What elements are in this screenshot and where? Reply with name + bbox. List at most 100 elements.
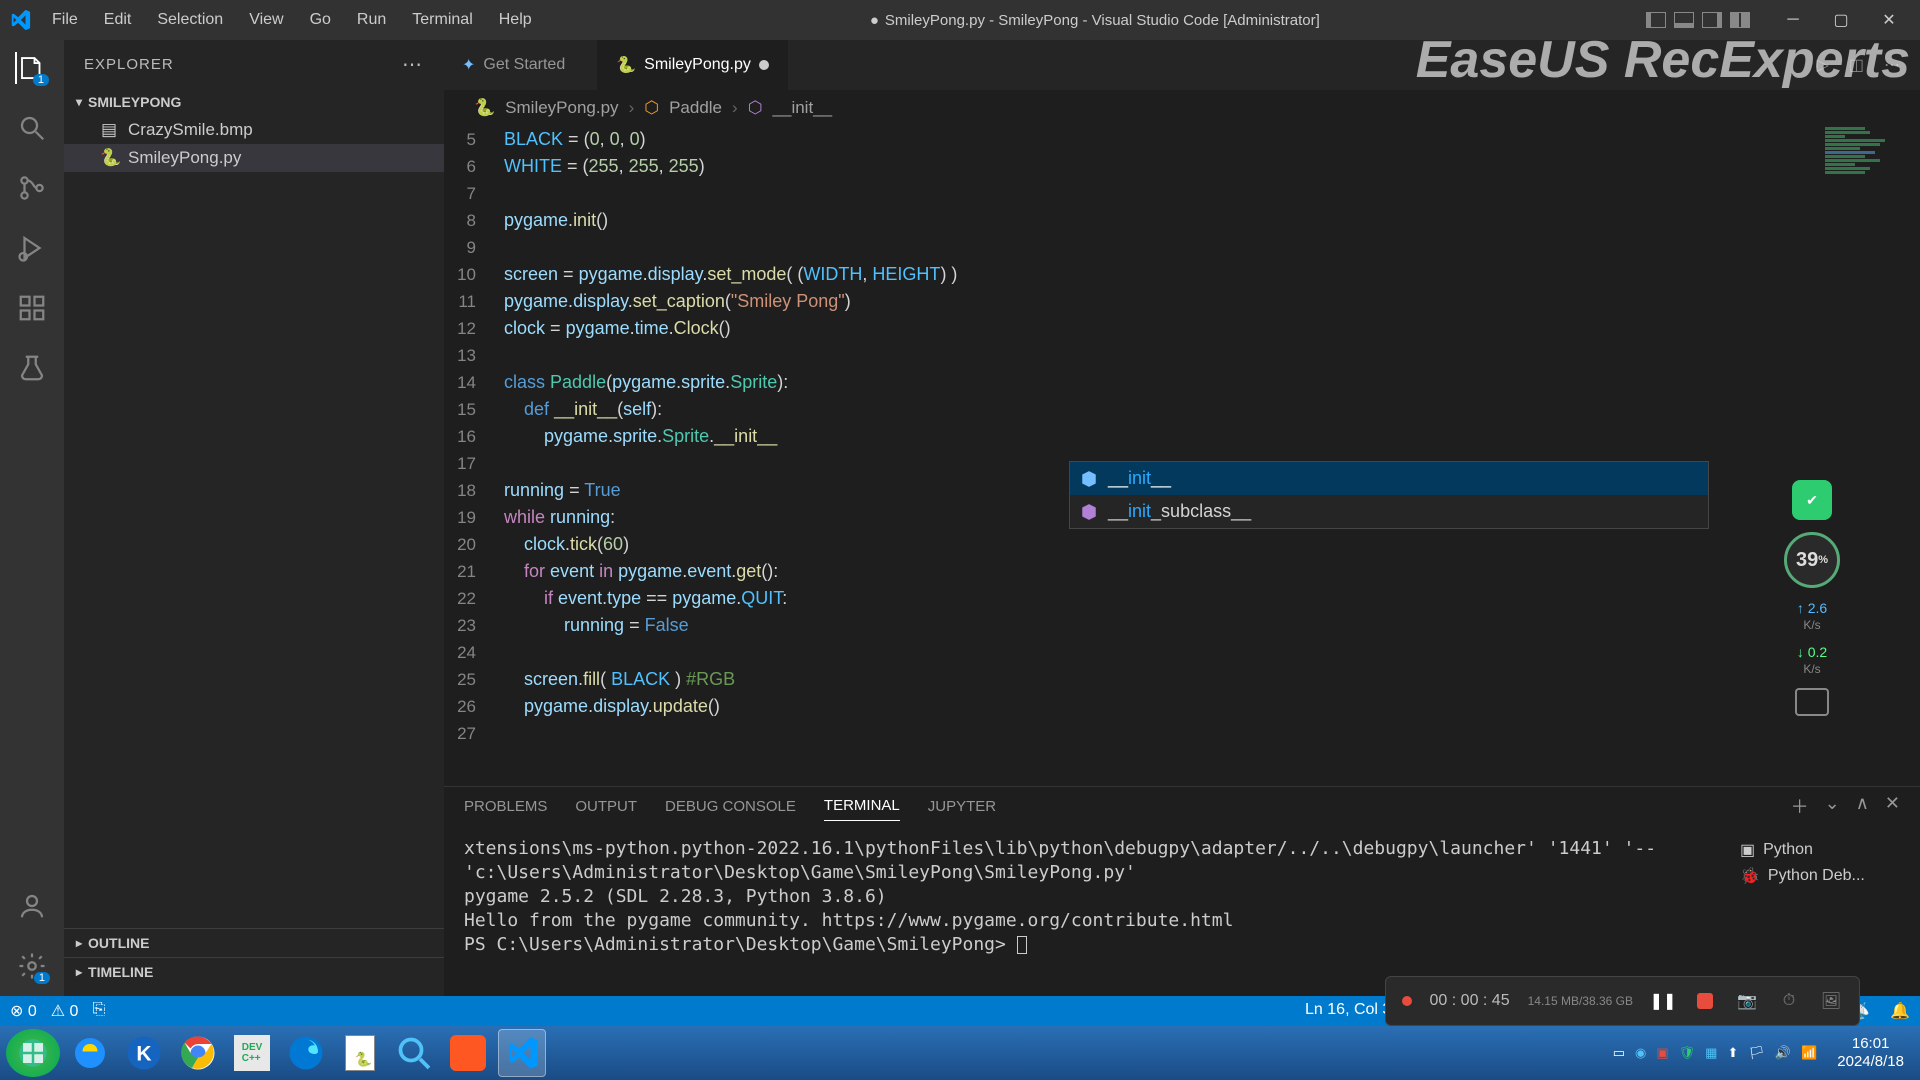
tray-volume-icon[interactable]: 🔊 xyxy=(1775,1045,1791,1061)
autocomplete-item[interactable]: __init__ xyxy=(1070,462,1708,495)
rec-time: 00 : 00 : 45 xyxy=(1430,992,1510,1010)
menu-view[interactable]: View xyxy=(237,5,295,35)
split-editor-icon[interactable]: ◫ xyxy=(1849,55,1864,75)
stop-button[interactable] xyxy=(1693,989,1717,1013)
statusbar-item[interactable]: 🔔 xyxy=(1890,1001,1910,1021)
taskbar-chrome-icon[interactable] xyxy=(174,1029,222,1077)
statusbar-item[interactable]: ⎘ xyxy=(92,1001,105,1021)
tab[interactable]: 🐍SmileyPong.py xyxy=(598,40,788,90)
terminal-type-icon: 🐞 xyxy=(1740,866,1760,886)
settings-badge: 1 xyxy=(34,972,50,984)
vscode-logo-icon xyxy=(0,9,40,31)
layout-icons[interactable] xyxy=(1646,12,1750,28)
activity-bar: 1 1 xyxy=(0,40,64,996)
editor-more-icon[interactable]: ⋯ xyxy=(1884,55,1900,75)
menu-edit[interactable]: Edit xyxy=(92,5,144,35)
panel-right-icon[interactable] xyxy=(1702,12,1722,28)
tray-icon[interactable]: ▣ xyxy=(1656,1045,1668,1061)
tab[interactable]: ✦Get Started xyxy=(444,40,598,90)
menu-go[interactable]: Go xyxy=(298,5,343,35)
taskbar-notepad-icon[interactable]: 🐍 xyxy=(336,1029,384,1077)
terminal-type-icon: ▣ xyxy=(1740,840,1755,860)
taskbar-devcpp-icon[interactable]: DEVC++ xyxy=(228,1029,276,1077)
rec-mem: 14.15 MB/38.36 GB xyxy=(1528,994,1633,1008)
panel-tab-problems[interactable]: PROBLEMS xyxy=(464,798,547,821)
minimap[interactable] xyxy=(1820,126,1920,426)
panel-tab-terminal[interactable]: TERMINAL xyxy=(824,797,900,821)
tray-network-icon[interactable]: 📶 xyxy=(1801,1045,1817,1061)
timer-button[interactable]: ⏱ xyxy=(1777,989,1801,1013)
tray-icon[interactable]: 🛡 xyxy=(1679,1045,1696,1061)
settings-icon[interactable]: 1 xyxy=(16,950,48,982)
panel-tab-output[interactable]: OUTPUT xyxy=(575,798,637,821)
recorder-overlay: ✔ 39% ↑ 2.6K/s ↓ 0.2K/s xyxy=(1784,480,1840,716)
explorer-icon[interactable]: 1 xyxy=(15,52,47,84)
tray-icon[interactable]: ▦ xyxy=(1705,1045,1717,1061)
outline-section[interactable]: OUTLINE xyxy=(64,928,444,957)
sidebar-more-icon[interactable]: ⋯ xyxy=(402,52,424,77)
start-button[interactable] xyxy=(6,1029,60,1077)
file-item[interactable]: 🐍SmileyPong.py xyxy=(64,144,444,172)
terminal-instance[interactable]: ▣Python xyxy=(1740,837,1910,863)
timeline-section[interactable]: TIMELINE xyxy=(64,957,444,986)
window-title: ● SmileyPong.py - SmileyPong - Visual St… xyxy=(544,12,1646,29)
tray-icon[interactable]: ▭ xyxy=(1613,1045,1625,1061)
panel-left-icon[interactable] xyxy=(1646,12,1666,28)
panel-maximize-icon[interactable]: ∧ xyxy=(1856,793,1869,825)
autocomplete-popup[interactable]: __init____init_subclass__ xyxy=(1069,461,1709,529)
source-control-icon[interactable] xyxy=(16,172,48,204)
panel-bottom-icon[interactable] xyxy=(1674,12,1694,28)
taskbar-edge-icon[interactable] xyxy=(282,1029,330,1077)
taskbar-search-icon[interactable] xyxy=(390,1029,438,1077)
statusbar-item[interactable]: ⊗ 0 xyxy=(10,1001,37,1021)
panel-close-icon[interactable]: ✕ xyxy=(1885,793,1900,825)
terminal-instance[interactable]: 🐞Python Deb... xyxy=(1740,863,1910,889)
menu-help[interactable]: Help xyxy=(487,5,544,35)
taskbar-app2-icon[interactable] xyxy=(444,1029,492,1077)
testing-icon[interactable] xyxy=(16,352,48,384)
folder-header[interactable]: SMILEYPONG xyxy=(64,88,444,116)
terminal-output[interactable]: xtensions\ms-python.python-2022.16.1\pyt… xyxy=(444,831,1730,996)
taskbar-app1-icon[interactable]: K xyxy=(120,1029,168,1077)
terminal-split-icon[interactable]: ⌄ xyxy=(1825,793,1840,825)
maximize-button[interactable]: ▢ xyxy=(1818,0,1864,40)
run-play-icon[interactable]: ▷ xyxy=(1817,55,1829,75)
menu-file[interactable]: File xyxy=(40,5,90,35)
extensions-icon[interactable] xyxy=(16,292,48,324)
menu-run[interactable]: Run xyxy=(345,5,398,35)
upload-stat: ↑ 2.6K/s xyxy=(1797,600,1827,632)
run-debug-icon[interactable] xyxy=(16,232,48,264)
minimize-button[interactable]: ─ xyxy=(1770,0,1816,40)
panel-tab-jupyter[interactable]: JUPYTER xyxy=(928,798,996,821)
panel-tab-debug-console[interactable]: DEBUG CONSOLE xyxy=(665,798,796,821)
pause-button[interactable]: ❚❚ xyxy=(1651,989,1675,1013)
taskbar-vscode-icon[interactable] xyxy=(498,1029,546,1077)
bottom-panel: PROBLEMS OUTPUT DEBUG CONSOLE TERMINAL JUPYT… xyxy=(444,786,1920,996)
terminal-list[interactable]: ▣Python🐞Python Deb... xyxy=(1730,831,1920,996)
autocomplete-item[interactable]: __init_subclass__ xyxy=(1070,495,1708,528)
account-icon[interactable] xyxy=(16,890,48,922)
editor-area: ✦Get Started🐍SmileyPong.py ▷ ◫ ⋯ 🐍 Smile… xyxy=(444,40,1920,996)
taskbar-clock[interactable]: 16:01 2024/8/18 xyxy=(1827,1035,1914,1071)
taskbar-ie-icon[interactable] xyxy=(66,1029,114,1077)
rec-settings-button[interactable]: 🖼 xyxy=(1819,989,1843,1013)
recording-bar[interactable]: 00 : 00 : 45 14.15 MB/38.36 GB ❚❚ 📷 ⏱ 🖼 xyxy=(1385,976,1860,1026)
method-icon: ⬡ xyxy=(748,98,763,118)
screenshot-button[interactable]: 📷 xyxy=(1735,989,1759,1013)
new-terminal-icon[interactable]: ＋ xyxy=(1791,793,1809,825)
camera-icon[interactable] xyxy=(1795,688,1829,716)
search-icon[interactable] xyxy=(16,112,48,144)
close-button[interactable]: ✕ xyxy=(1866,0,1912,40)
system-tray[interactable]: ▭ ◉ ▣ 🛡 ▦ ⬆ 🏳 🔊 📶 16:01 2024/8/18 xyxy=(1613,1035,1914,1071)
menu-selection[interactable]: Selection xyxy=(145,5,235,35)
breadcrumb[interactable]: 🐍 SmileyPong.py › ⬡ Paddle › ⬡ __init__ xyxy=(444,90,1920,126)
taskbar: K DEVC++ 🐍 ▭ ◉ ▣ 🛡 ▦ ⬆ 🏳 🔊 📶 16:01 2024/… xyxy=(0,1026,1920,1080)
tray-icon[interactable]: ⬆ xyxy=(1727,1045,1738,1061)
file-item[interactable]: ▤CrazySmile.bmp xyxy=(64,116,444,144)
code-editor[interactable]: 5BLACK = (0, 0, 0)6WHITE = (255, 255, 25… xyxy=(444,126,1920,786)
menu-terminal[interactable]: Terminal xyxy=(400,5,484,35)
statusbar-item[interactable]: ⚠ 0 xyxy=(51,1001,79,1021)
tray-icon[interactable]: ◉ xyxy=(1635,1045,1646,1061)
layout-grid-icon[interactable] xyxy=(1730,12,1750,28)
tray-icon[interactable]: 🏳 xyxy=(1748,1045,1765,1061)
